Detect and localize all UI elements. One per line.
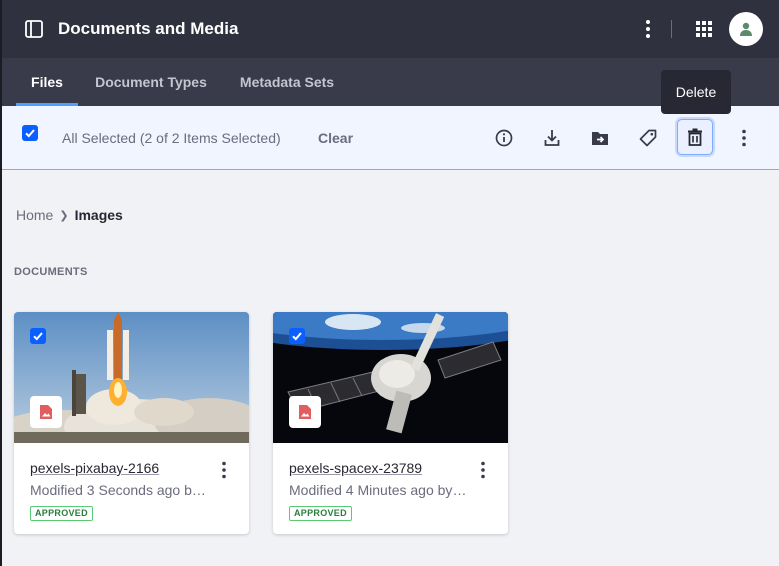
- header-divider: [671, 20, 672, 38]
- tab-files[interactable]: Files: [16, 58, 78, 106]
- card-actions-button[interactable]: [214, 460, 234, 480]
- chevron-right-icon: ❯: [59, 210, 69, 222]
- tag-button[interactable]: [637, 127, 659, 149]
- move-folder-icon: [592, 132, 608, 145]
- card-checkbox[interactable]: [30, 328, 46, 344]
- grid-icon[interactable]: [695, 20, 713, 38]
- app-header: Documents and Media: [2, 0, 779, 58]
- delete-button[interactable]: [677, 119, 713, 155]
- ellipsis-v-icon: [742, 129, 746, 147]
- page-title: Documents and Media: [58, 19, 239, 38]
- image-file-icon: [289, 396, 321, 428]
- document-modified: Modified 4 Minutes ago by Test Test: [289, 482, 469, 498]
- tag-icon: [639, 129, 657, 147]
- document-modified: Modified 3 Seconds ago by Test Test: [30, 482, 210, 498]
- breadcrumb-home[interactable]: Home: [16, 207, 53, 223]
- management-toolbar: All Selected (2 of 2 Items Selected) Cle…: [2, 106, 779, 170]
- sidebar-toggle-icon[interactable]: [24, 19, 44, 39]
- user-avatar-icon: [740, 22, 752, 36]
- more-actions-button[interactable]: [733, 127, 755, 149]
- document-card[interactable]: pexels-spacex-23789 Modified 4 Minutes a…: [273, 312, 508, 534]
- move-button[interactable]: [589, 127, 611, 149]
- checkmark-icon: [33, 332, 43, 341]
- ellipsis-v-icon: [481, 461, 485, 479]
- info-icon: [495, 129, 513, 147]
- select-all-checkbox[interactable]: [22, 125, 38, 141]
- section-label-documents: DOCUMENTS: [14, 266, 88, 278]
- document-title[interactable]: pexels-spacex-23789: [289, 460, 422, 476]
- breadcrumb: Home ❯ Images: [16, 207, 123, 223]
- document-card[interactable]: pexels-pixabay-2166 Modified 3 Seconds a…: [14, 312, 249, 534]
- user-avatar[interactable]: [729, 12, 763, 46]
- status-badge: APPROVED: [30, 506, 93, 521]
- download-button[interactable]: [541, 127, 563, 149]
- status-badge: APPROVED: [289, 506, 352, 521]
- ellipsis-v-icon: [222, 461, 226, 479]
- breadcrumb-current: Images: [74, 207, 123, 223]
- trash-icon: [688, 128, 702, 146]
- checkmark-icon: [25, 129, 35, 138]
- ellipsis-v-icon[interactable]: [638, 17, 658, 41]
- delete-tooltip: Delete: [661, 70, 731, 114]
- selection-summary: All Selected (2 of 2 Items Selected): [62, 130, 281, 146]
- document-title[interactable]: pexels-pixabay-2166: [30, 460, 159, 476]
- image-file-icon: [30, 396, 62, 428]
- checkmark-icon: [292, 332, 302, 341]
- tab-document-types[interactable]: Document Types: [90, 58, 212, 106]
- info-button[interactable]: [493, 127, 515, 149]
- download-icon: [544, 130, 560, 146]
- clear-selection-button[interactable]: Clear: [318, 130, 353, 146]
- tab-metadata-sets[interactable]: Metadata Sets: [232, 58, 342, 106]
- card-actions-button[interactable]: [473, 460, 493, 480]
- card-checkbox[interactable]: [289, 328, 305, 344]
